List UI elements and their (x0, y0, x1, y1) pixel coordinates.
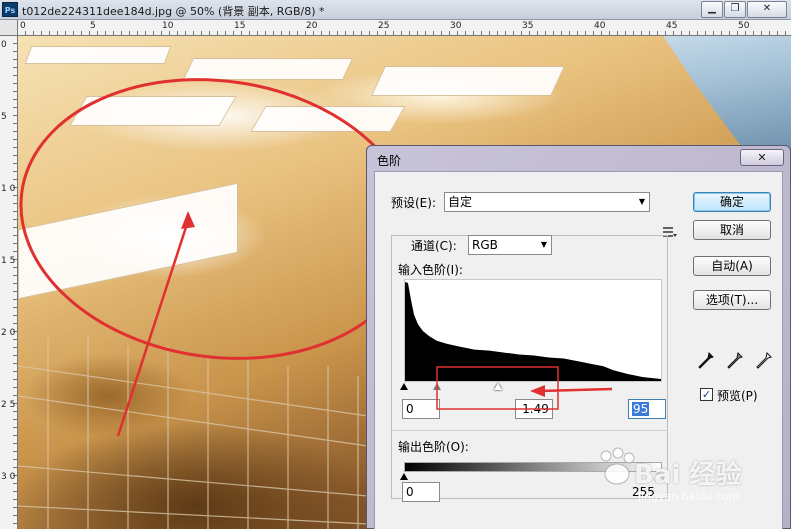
cancel-button[interactable]: 取消 (693, 220, 771, 240)
restore-button[interactable]: ❐ (724, 1, 746, 18)
white-eyedropper-icon[interactable] (756, 352, 772, 370)
ruler-label: 0 (20, 21, 26, 31)
watermark-text: Bai 经验 (634, 460, 742, 490)
ruler-label: 2 5 (1, 400, 16, 410)
ruler-label: 25 (378, 21, 390, 31)
channel-value: RGB (472, 238, 498, 252)
ruler-label: 2 0 (1, 328, 16, 338)
watermark: Bai 经验 jingyan.baidu.com (594, 440, 789, 515)
ruler-origin[interactable] (0, 20, 18, 36)
ruler-label: 35 (522, 21, 534, 31)
input-gray-slider[interactable] (433, 383, 441, 390)
document-title-bar: Ps t012de224311dee184d.jpg @ 50% (背景 副本,… (0, 0, 791, 20)
black-eyedropper-icon[interactable] (698, 352, 714, 370)
dialog-title-bar[interactable]: 色阶 ✕ (367, 146, 790, 171)
ruler-label: 3 0 (1, 472, 16, 482)
histogram (404, 279, 662, 382)
auto-button[interactable]: 自动(A) (693, 256, 771, 276)
vertical-ruler[interactable]: 0 5 1 0 1 5 2 0 2 5 3 0 (0, 36, 18, 529)
output-black-slider[interactable] (400, 473, 408, 480)
ruler-label: 10 (162, 21, 174, 31)
minimize-button[interactable]: ▁ (701, 1, 723, 18)
gray-eyedropper-icon[interactable] (727, 352, 743, 370)
input-black-field[interactable]: 0 (402, 399, 440, 419)
preset-label: 预设(E): (391, 196, 436, 210)
ruler-label: 40 (594, 21, 606, 31)
watermark-url: jingyan.baidu.com (638, 490, 740, 503)
dialog-close-button[interactable]: ✕ (740, 149, 784, 166)
ruler-label: 5 (90, 21, 96, 31)
dialog-title: 色阶 (377, 154, 402, 168)
preview-checkbox[interactable]: ✓ (700, 388, 713, 401)
horizontal-ruler[interactable]: 0 5 10 15 20 25 30 35 40 45 50 (18, 20, 791, 36)
ruler-label: 0 (1, 40, 7, 50)
paw-logo-icon (600, 447, 635, 485)
channel-label: 通道(C): (408, 237, 460, 254)
divider (391, 430, 668, 431)
channel-select[interactable]: RGB ▼ (468, 235, 552, 255)
ruler-label: 5 (1, 112, 7, 122)
input-white-slider[interactable] (494, 383, 502, 390)
chevron-down-icon: ▼ (540, 240, 547, 249)
input-white-field[interactable]: 95 (628, 399, 666, 419)
ruler-label: 1 5 (1, 256, 16, 266)
ruler-label: 1 0 (1, 184, 16, 194)
input-levels-label: 输入色阶(I): (398, 263, 463, 277)
output-black-field[interactable]: 0 (402, 482, 440, 502)
preset-value: 自定 (448, 195, 473, 209)
preset-select[interactable]: 自定 ▼ (444, 192, 650, 212)
close-button[interactable]: ✕ (747, 1, 787, 18)
ruler-label: 45 (666, 21, 678, 31)
ok-button[interactable]: 确定 (693, 192, 771, 212)
preview-label: 预览(P) (717, 389, 758, 403)
document-title: t012de224311dee184d.jpg @ 50% (背景 副本, RG… (22, 5, 325, 18)
output-levels-label: 输出色阶(O): (398, 440, 469, 454)
input-slider-track[interactable] (400, 382, 662, 392)
ruler-label: 20 (306, 21, 318, 31)
input-gamma-field[interactable]: 1.49 (515, 399, 553, 419)
chevron-down-icon: ▼ (638, 197, 645, 206)
ruler-label: 15 (234, 21, 246, 31)
input-black-slider[interactable] (400, 383, 408, 390)
photoshop-logo-icon: Ps (2, 2, 18, 17)
ruler-label: 50 (738, 21, 750, 31)
input-white-value: 95 (632, 402, 650, 416)
options-button[interactable]: 选项(T)... (693, 290, 771, 310)
ruler-label: 30 (450, 21, 462, 31)
